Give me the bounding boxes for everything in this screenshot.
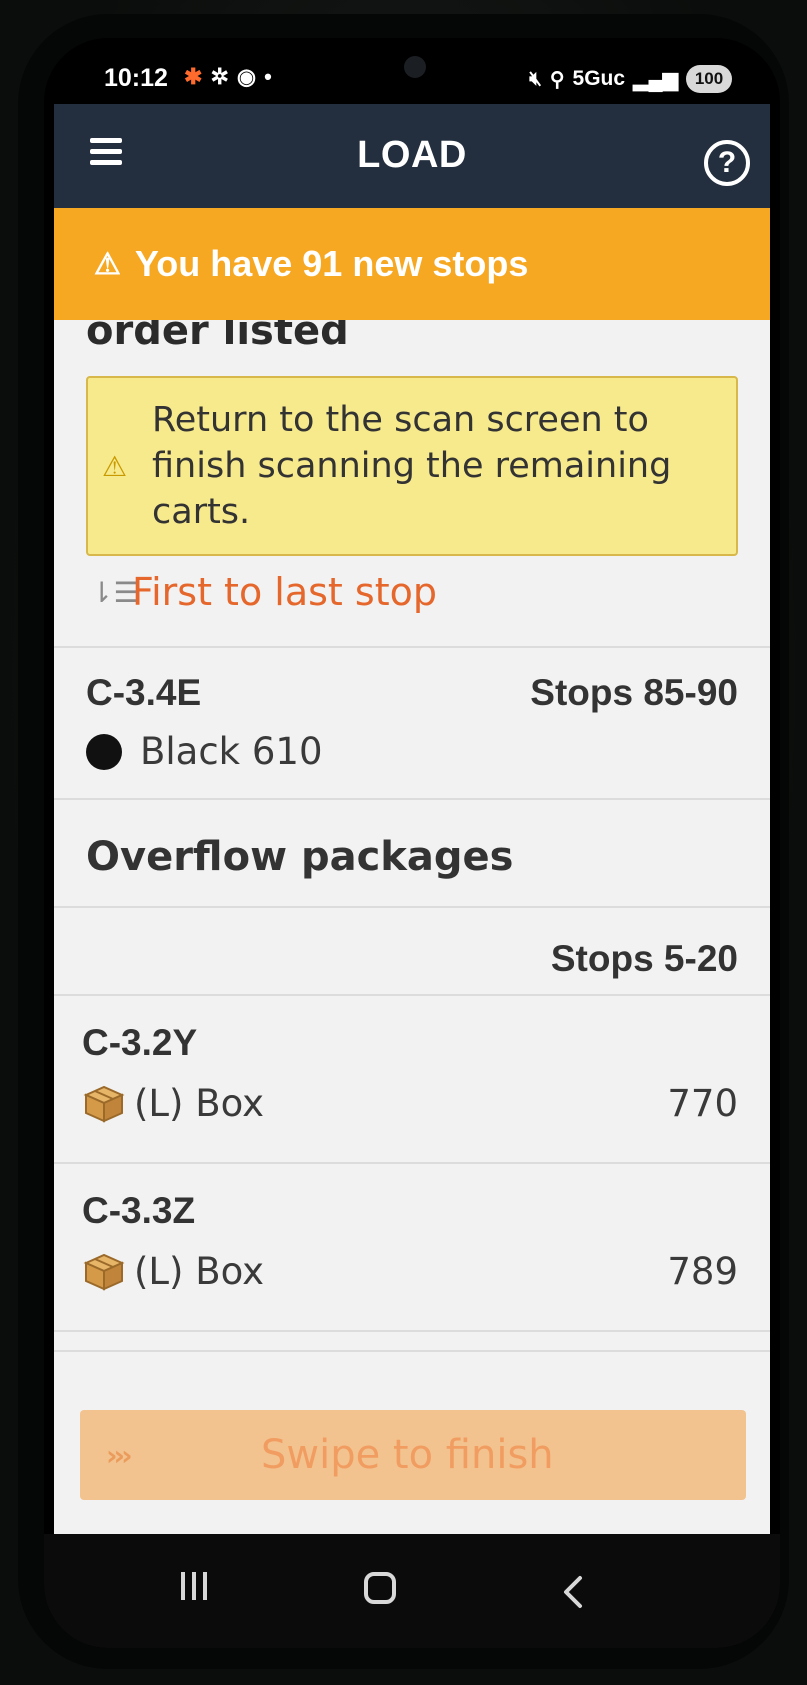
system-nav-bar xyxy=(44,1534,780,1648)
bluetooth-icon: ✱ xyxy=(184,64,203,89)
phone-case: 10:12 ✱ ✲ ◉ • 🔇︎ ⚲ 5Guc ▂▄▆ 100 LOAD ? ⚠… xyxy=(0,0,807,1685)
mute-icon: 🔇︎ xyxy=(529,67,542,90)
chevron-right-icon[interactable]: ››› xyxy=(106,1439,133,1472)
package-count: 770 xyxy=(667,1082,738,1125)
status-time: 10:12 xyxy=(104,64,168,92)
camera-notch xyxy=(374,38,456,96)
divider xyxy=(54,646,770,648)
status-system-icons: 🔇︎ ⚲ 5Guc ▂▄▆ 100 xyxy=(529,65,732,93)
info-box-text: Return to the scan screen to finish scan… xyxy=(152,400,672,532)
footer-divider xyxy=(54,1350,770,1352)
banner-text: You have 91 new stops xyxy=(134,243,529,284)
divider xyxy=(54,1162,770,1164)
main-content: order listed ⚠ Return to the scan screen… xyxy=(54,308,770,1534)
sort-icon: ⇂☰ xyxy=(90,575,139,609)
warning-icon: ⚠ xyxy=(94,247,121,281)
package-type: (L) Box xyxy=(134,1250,265,1293)
black-dot-icon xyxy=(86,733,122,770)
settings-icon: ✲ xyxy=(210,64,229,89)
status-notification-icons: ✱ ✲ ◉ • xyxy=(184,64,272,90)
help-icon[interactable]: ? xyxy=(704,140,750,186)
signal-icon: ▂▄▆ xyxy=(633,68,678,91)
battery-indicator: 100 xyxy=(686,65,732,93)
swipe-to-finish-slider[interactable]: ››› Swipe to finish xyxy=(80,1410,746,1500)
status-bar: 10:12 ✱ ✲ ◉ • 🔇︎ ⚲ 5Guc ▂▄▆ 100 xyxy=(44,38,780,104)
cart-stops: Stops 85-90 xyxy=(530,672,738,713)
notification-icon: ◉ xyxy=(236,64,257,89)
swipe-label: Swipe to finish xyxy=(260,1432,554,1478)
screen: 10:12 ✱ ✲ ◉ • 🔇︎ ⚲ 5Guc ▂▄▆ 100 LOAD ? ⚠… xyxy=(44,38,780,1648)
network-label: 5Guc xyxy=(572,67,626,90)
info-box: ⚠ Return to the scan screen to finish sc… xyxy=(86,376,738,556)
sort-label: First to last stop xyxy=(132,570,437,614)
box-icon xyxy=(83,1085,125,1123)
overflow-stops: Stops 5-20 xyxy=(550,938,738,979)
overflow-section-title: Overflow packages xyxy=(86,834,514,880)
divider xyxy=(54,798,770,800)
divider xyxy=(54,994,770,996)
divider xyxy=(54,906,770,908)
location-icon: ⚲ xyxy=(549,68,565,91)
divider xyxy=(54,1330,770,1332)
home-icon[interactable] xyxy=(364,1572,396,1604)
recents-icon[interactable] xyxy=(174,1572,214,1602)
package-row: (L) Box 789 xyxy=(82,1250,738,1293)
warning-icon: ⚠ xyxy=(102,449,128,483)
bag-color-label: Black 610 xyxy=(140,730,323,773)
back-icon[interactable] xyxy=(554,1572,594,1612)
package-type: (L) Box xyxy=(134,1082,265,1125)
app-header: LOAD ? xyxy=(54,104,770,208)
dot-icon: • xyxy=(264,64,272,89)
bag-color-row: Black 610 xyxy=(86,730,738,773)
box-icon xyxy=(83,1253,125,1291)
cart-id: C-3.4E xyxy=(86,672,202,713)
new-stops-banner[interactable]: ⚠ You have 91 new stops xyxy=(54,208,770,320)
sort-toggle[interactable]: ⇂☰ First to last stop xyxy=(90,570,437,614)
overflow-cart-id: C-3.2Y xyxy=(82,1022,198,1063)
app-area: LOAD ? ⚠ You have 91 new stops order lis… xyxy=(54,104,770,1534)
page-title: LOAD xyxy=(357,134,467,176)
package-row: (L) Box 770 xyxy=(82,1082,738,1125)
overflow-cart-id: C-3.3Z xyxy=(82,1190,196,1231)
package-count: 789 xyxy=(667,1250,738,1293)
